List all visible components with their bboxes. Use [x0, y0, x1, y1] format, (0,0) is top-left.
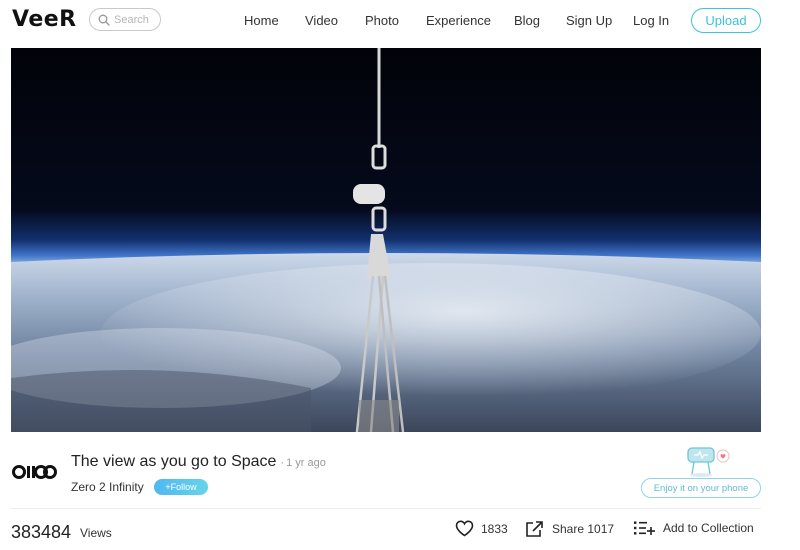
nav-experience[interactable]: Experience — [426, 13, 491, 28]
nav-log-in[interactable]: Log In — [633, 13, 669, 28]
nav-video[interactable]: Video — [305, 13, 338, 28]
add-to-collection-icon — [634, 521, 655, 535]
share-icon — [526, 521, 543, 537]
nav-home[interactable]: Home — [244, 13, 279, 28]
nav-sign-up[interactable]: Sign Up — [566, 13, 612, 28]
search-input[interactable] — [114, 13, 160, 26]
title-separator: · — [280, 457, 285, 469]
heart-icon — [455, 520, 474, 537]
search-icon — [98, 14, 110, 26]
video-title: The view as you go to Space — [71, 453, 277, 470]
views-label: Views — [80, 526, 112, 540]
upload-button[interactable]: Upload — [691, 8, 761, 33]
vr-headset-illustration — [687, 447, 730, 477]
channel-logo[interactable] — [12, 462, 57, 482]
video-frame — [11, 48, 761, 432]
video-title-row: The view as you go to Space · 1 yr ago — [71, 453, 326, 471]
nav-blog[interactable]: Blog — [514, 13, 540, 28]
add-to-collection-button[interactable]: Add to Collection — [634, 520, 754, 536]
follow-button[interactable]: +Follow — [154, 479, 208, 495]
enjoy-on-phone-button[interactable]: Enjoy it on your phone — [641, 478, 761, 498]
divider — [11, 508, 761, 509]
search-box[interactable] — [89, 8, 161, 31]
like-button[interactable]: 1833 — [455, 520, 508, 537]
add-to-collection-label: Add to Collection — [663, 521, 754, 535]
nav-photo[interactable]: Photo — [365, 13, 399, 28]
video-player[interactable] — [11, 48, 761, 432]
views-count: 383484 — [11, 522, 72, 542]
veer-logo[interactable]: VeeR — [12, 7, 77, 32]
top-navbar: VeeR Home Video Photo Experience Blog Si… — [0, 0, 800, 42]
time-ago: 1 yr ago — [286, 457, 326, 469]
share-button[interactable]: Share 1017 — [525, 520, 614, 538]
channel-name[interactable]: Zero 2 Infinity — [71, 480, 144, 494]
share-label: Share 1017 — [552, 522, 615, 536]
like-count: 1833 — [481, 521, 508, 536]
